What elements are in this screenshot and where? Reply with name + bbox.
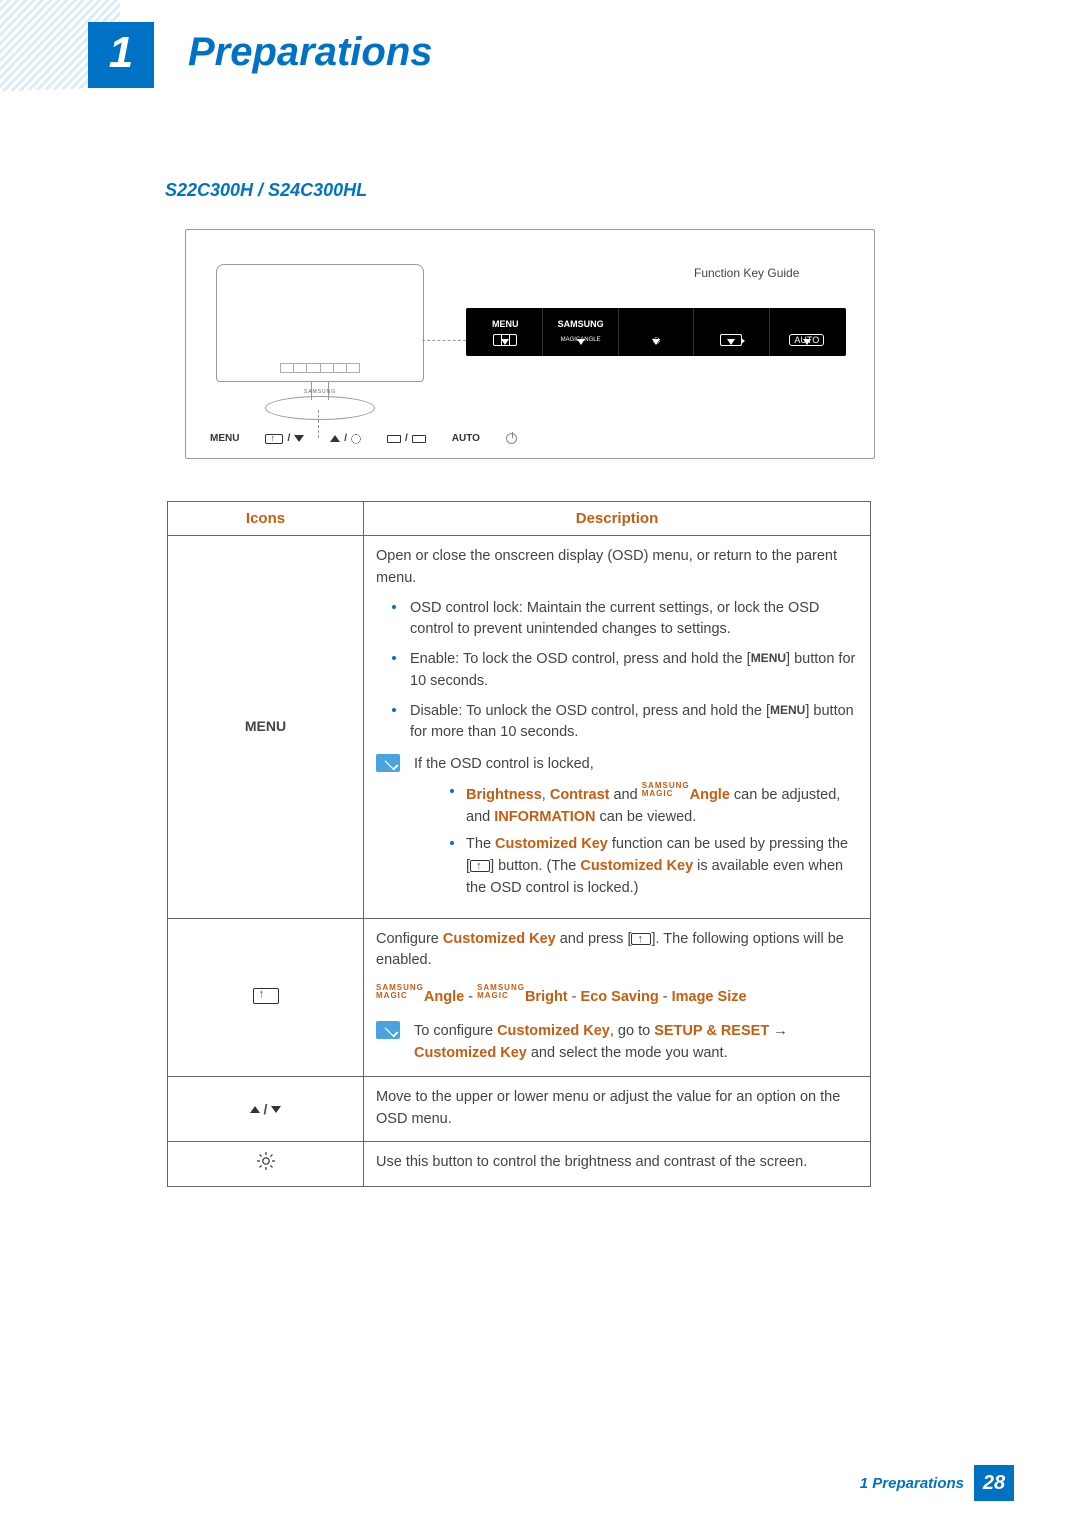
icon-brightness bbox=[168, 1141, 364, 1186]
menu-disable: Disable: To unlock the OSD control, pres… bbox=[388, 701, 858, 745]
chapter-header: 1 Preparations bbox=[0, 0, 1080, 110]
custom-key-icon bbox=[253, 988, 279, 1004]
row-brightness: Use this button to control the brightnes… bbox=[168, 1141, 871, 1186]
col-description: Description bbox=[364, 502, 871, 536]
brightness-icon bbox=[257, 1152, 275, 1170]
chapter-title: Preparations bbox=[188, 30, 433, 75]
menu-lock-desc: OSD control lock: Maintain the current s… bbox=[388, 598, 858, 642]
custom-key-configure: Configure Customized Key and press []. T… bbox=[376, 929, 858, 973]
fk-source bbox=[694, 308, 769, 356]
custom-key-path-note: To configure Customized Key, go to SETUP… bbox=[376, 1021, 858, 1065]
btn-up-brightness: / bbox=[330, 433, 361, 444]
monitor-illustration: SAMSUNG bbox=[216, 264, 424, 420]
chapter-number-box: 1 bbox=[88, 22, 154, 88]
fk-auto: AUTO bbox=[770, 308, 844, 356]
icon-custom-key bbox=[168, 918, 364, 1077]
icons-table: Icons Description MENU Open or close the… bbox=[167, 501, 871, 1187]
btn-auto: AUTO bbox=[452, 433, 480, 444]
btn-custom-updown: / bbox=[265, 433, 304, 444]
brightness-icon bbox=[351, 434, 361, 444]
fk-samsung-magic-angle: SAMSUNG MAGICANGLE bbox=[543, 308, 618, 356]
custom-key-icon bbox=[265, 434, 283, 444]
icon-menu-label: MENU bbox=[168, 536, 364, 919]
btn-source: / bbox=[387, 433, 426, 444]
note-customized-key: The Customized Key function can be used … bbox=[446, 834, 852, 899]
custom-key-icon bbox=[470, 860, 490, 872]
row-updown: / Move to the upper or lower menu or adj… bbox=[168, 1077, 871, 1142]
up-icon bbox=[250, 1106, 260, 1113]
note-icon bbox=[376, 754, 400, 772]
page-number: 28 bbox=[974, 1465, 1014, 1501]
down-icon bbox=[294, 435, 304, 442]
footer-label: 1 Preparations bbox=[860, 1475, 964, 1492]
fk-menu: MENU bbox=[468, 308, 543, 356]
power-icon bbox=[506, 433, 517, 444]
row-custom-key: Configure Customized Key and press []. T… bbox=[168, 918, 871, 1077]
note-adjustable: Brightness, Contrast and SAMSUNGMAGICAng… bbox=[446, 782, 852, 829]
monitor-diagram: SAMSUNG Function Key Guide MENU SAMSUNG … bbox=[185, 229, 875, 459]
menu-enable: Enable: To lock the OSD control, press a… bbox=[388, 649, 858, 693]
model-heading: S22C300H / S24C300HL bbox=[165, 180, 1010, 201]
custom-key-icon bbox=[631, 933, 651, 945]
row-menu: MENU Open or close the onscreen display … bbox=[168, 536, 871, 919]
down-icon bbox=[271, 1106, 281, 1113]
updown-desc: Move to the upper or lower menu or adjus… bbox=[364, 1077, 871, 1142]
icon-updown: / bbox=[168, 1077, 364, 1142]
btn-menu: MENU bbox=[210, 433, 239, 444]
menu-locked-note: If the OSD control is locked, Brightness… bbox=[376, 754, 858, 906]
page-footer: 1 Preparations 28 bbox=[860, 1465, 1014, 1501]
note-icon bbox=[376, 1021, 400, 1039]
samsung-logo: SAMSUNG bbox=[304, 389, 336, 395]
function-key-bar: MENU SAMSUNG MAGICANGLE bbox=[466, 308, 846, 356]
function-key-guide-label: Function Key Guide bbox=[694, 266, 799, 280]
chapter-number: 1 bbox=[88, 22, 154, 84]
up-icon bbox=[330, 435, 340, 442]
col-icons: Icons bbox=[168, 502, 364, 536]
menu-intro: Open or close the onscreen display (OSD)… bbox=[376, 546, 858, 590]
fk-brightness bbox=[619, 308, 694, 356]
physical-button-row: MENU / / / AUTO bbox=[210, 433, 517, 444]
custom-key-options: SAMSUNGMAGICAngle - SAMSUNGMAGICBright -… bbox=[376, 984, 858, 1009]
brightness-desc: Use this button to control the brightnes… bbox=[364, 1141, 871, 1186]
btn-power bbox=[506, 433, 517, 444]
